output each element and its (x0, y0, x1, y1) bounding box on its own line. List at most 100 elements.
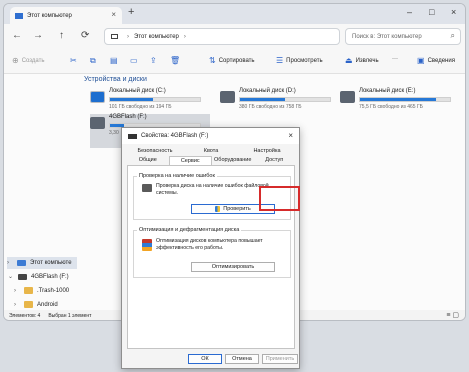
paste-icon[interactable]: ▤ (110, 56, 121, 65)
dialog-titlebar: Свойства: 4GBFlash (F:) × (122, 128, 299, 144)
plus-circle-icon: ⊕ (12, 56, 19, 65)
tab-title: Этот компьютер (27, 12, 72, 19)
chevron-right-icon[interactable]: › (7, 260, 13, 266)
tab-quota[interactable]: Квота (183, 147, 239, 156)
details-label: Сведения (427, 57, 455, 64)
drive-name: 4GBFlash (F:) (109, 114, 147, 120)
breadcrumb-separator-end: › (183, 33, 186, 40)
item-count: Элементов: 4 (9, 313, 41, 319)
navigation-pane: › Этот компьюте ⌄ 4GBFlash (F:) › .Trash… (4, 250, 80, 310)
tab-this-pc[interactable]: Этот компьютер × (10, 7, 122, 24)
breadcrumb-this-pc[interactable]: Этот компьютер (134, 34, 179, 40)
drive-free: 380 ГБ свободно из 758 ГБ (239, 104, 302, 110)
sidebar-item-label: Android (37, 301, 58, 308)
eject-button[interactable]: ⏏ Извлечь (345, 56, 379, 65)
sidebar-item-label: 4GBFlash (F:) (31, 273, 69, 280)
command-bar: ⊕ Создать ✂ ⧉ ▤ ▭ ⇪ 🗑 ⇅ Сортировать ☰ Просм… (4, 49, 465, 74)
ok-button[interactable]: ОК (188, 354, 222, 364)
optimize-group: Оптимизация и дефрагментация диска Оптим… (133, 227, 291, 278)
tab-hardware[interactable]: Оборудование (212, 156, 254, 165)
more-button[interactable]: ··· (392, 56, 398, 62)
drive-usage-bar (109, 97, 201, 102)
close-button[interactable]: × (451, 7, 456, 17)
sidebar-item-trash[interactable]: › .Trash-1000 (14, 287, 69, 294)
drive-usage-bar (239, 97, 331, 102)
back-icon[interactable]: ← (12, 30, 22, 41)
chevron-right-icon[interactable]: › (14, 288, 20, 294)
search-icon: ⌕ (450, 31, 455, 40)
navigation-bar: ← → ↑ ⟳ › Этот компьютер › Поиск в: Этот… (4, 24, 465, 49)
group-title: Проверка на наличие ошибок (137, 173, 217, 179)
view-button[interactable]: ☰ Просмотреть (276, 56, 323, 65)
tab-customize[interactable]: Настройка (239, 147, 295, 156)
search-input[interactable]: Поиск в: Этот компьютер ⌕ (345, 28, 461, 45)
forward-icon[interactable]: → (33, 30, 43, 41)
view-toggle-icon[interactable]: ≡ ▢ (446, 311, 459, 319)
tab-row-top: Безопасность Квота Настройка (127, 147, 295, 156)
copy-icon[interactable]: ⧉ (90, 56, 99, 66)
tab-close-icon[interactable]: × (111, 10, 116, 19)
sidebar-item-android[interactable]: › Android (14, 301, 58, 308)
drive-d[interactable]: Локальный диск (D:) 380 ГБ свободно из 7… (220, 88, 340, 122)
usb-drive-icon (18, 273, 27, 280)
defrag-icon (142, 239, 152, 251)
computer-icon (17, 260, 26, 266)
sidebar-item-label: Этот компьюте (30, 260, 72, 266)
sort-button[interactable]: ⇅ Сортировать (209, 56, 255, 65)
highlight-box (259, 186, 300, 211)
usb-drive-icon (128, 133, 137, 139)
create-button[interactable]: ⊕ Создать (12, 56, 45, 65)
up-icon[interactable]: ↑ (59, 30, 64, 41)
windows-drive-icon (90, 91, 105, 103)
chevron-down-icon[interactable]: ⌄ (8, 273, 14, 280)
properties-dialog: Свойства: 4GBFlash (F:) × Безопасность К… (121, 127, 300, 369)
maximize-button[interactable]: □ (429, 7, 434, 17)
rename-icon[interactable]: ▭ (130, 56, 141, 65)
drive-free: 75,5 ГБ свободно из 465 ГБ (359, 104, 423, 110)
address-bar[interactable]: › Этот компьютер › (104, 28, 340, 45)
group-description: Оптимизация дисков компьютера повышает э… (156, 238, 263, 251)
tab-bar: Этот компьютер × + – □ × (4, 4, 465, 24)
optimize-button[interactable]: Оптимизировать (191, 262, 275, 272)
monitor-icon (111, 34, 118, 39)
sidebar-item-label: .Trash-1000 (37, 287, 70, 294)
tab-row-bottom: Общие Сервис Оборудование Доступ (127, 156, 295, 165)
cancel-button[interactable]: Отмена (225, 354, 259, 364)
tab-security[interactable]: Безопасность (127, 147, 183, 156)
apply-button[interactable]: Применить (262, 354, 298, 364)
drive-name: Локальный диск (D:) (239, 88, 296, 94)
folder-icon (24, 287, 33, 294)
section-devices-title[interactable]: Устройства и диски (84, 76, 147, 83)
drive-e[interactable]: Локальный диск (E:) 75,5 ГБ свободно из … (340, 88, 460, 122)
eject-label: Извлечь (355, 57, 379, 64)
cut-icon[interactable]: ✂ (70, 56, 80, 65)
chevron-right-icon[interactable]: › (14, 302, 20, 308)
dialog-close-icon[interactable]: × (288, 131, 293, 140)
group-title: Оптимизация и дефрагментация диска (137, 227, 242, 233)
details-button[interactable]: ▣ Сведения (417, 56, 455, 65)
usb-drive-icon (90, 117, 105, 129)
minimize-button[interactable]: – (407, 7, 412, 17)
view-label: Просмотреть (286, 57, 323, 64)
new-tab-button[interactable]: + (128, 6, 134, 18)
drive-free: 3,30 (109, 130, 119, 136)
share-icon[interactable]: ⇪ (150, 56, 160, 65)
drive-free: 101 ГБ свободно из 194 ГБ (109, 104, 172, 110)
drive-name: Локальный диск (E:) (359, 88, 416, 94)
sidebar-item-flash[interactable]: ⌄ 4GBFlash (F:) (8, 273, 69, 280)
tab-general[interactable]: Общие (127, 156, 169, 165)
breadcrumb-separator: › (127, 33, 129, 40)
drive-check-icon (142, 184, 152, 192)
drive-icon (220, 91, 235, 103)
drive-icon (340, 91, 355, 103)
sidebar-item-this-pc[interactable]: › Этот компьюте (7, 257, 77, 269)
shield-icon (215, 206, 221, 212)
delete-icon[interactable]: 🗑 (170, 56, 183, 65)
drive-usage-bar (359, 97, 451, 102)
selection-count: Выбран 1 элемент (48, 313, 92, 319)
dialog-title: Свойства: 4GBFlash (F:) (141, 133, 209, 139)
tab-tools[interactable]: Сервис (168, 156, 212, 165)
refresh-icon[interactable]: ⟳ (81, 30, 89, 41)
tab-sharing[interactable]: Доступ (254, 156, 296, 165)
check-button-label: Проверить (223, 206, 251, 212)
